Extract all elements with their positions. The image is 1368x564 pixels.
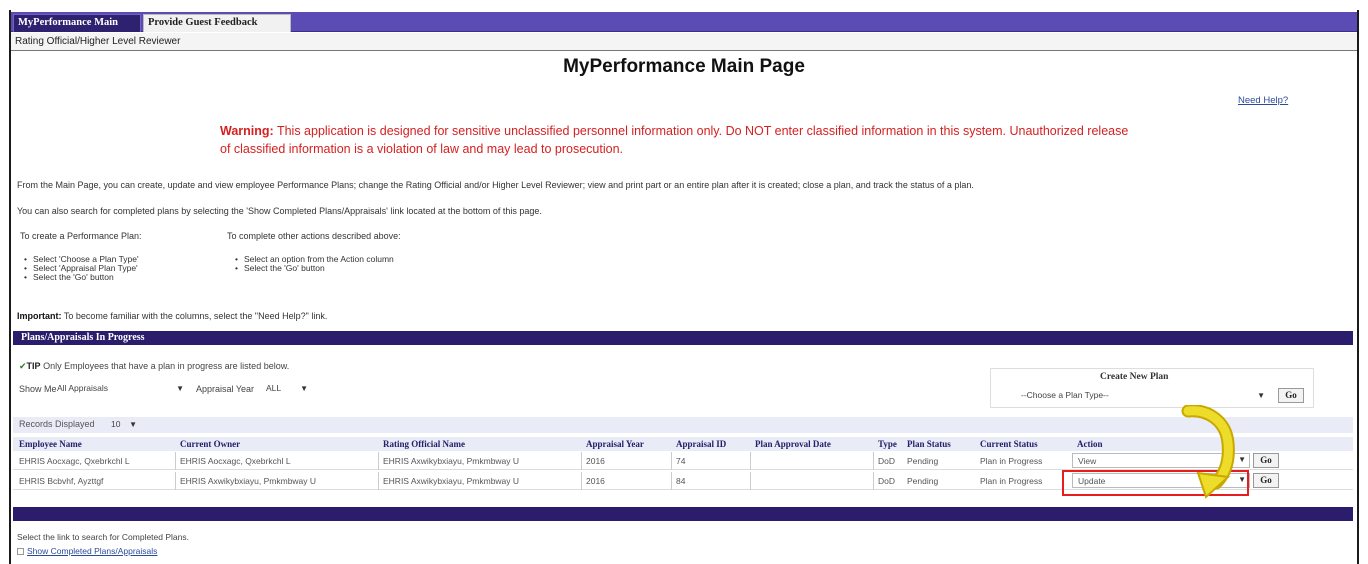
- cell-employee-name: EHRIS Aocxagc, Qxebrkchl L: [19, 456, 130, 466]
- column-divider: [750, 472, 751, 490]
- role-label: Rating Official/Higher Level Reviewer: [15, 36, 181, 47]
- action-value: View: [1078, 456, 1097, 466]
- cell-plan-status: Pending: [907, 456, 939, 466]
- column-divider: [378, 452, 379, 470]
- col-rating-official[interactable]: Rating Official Name: [383, 439, 465, 449]
- chevron-down-icon: ▼: [1257, 391, 1265, 400]
- col-current-owner[interactable]: Current Owner: [180, 439, 240, 449]
- section-title: Plans/Appraisals In Progress: [21, 332, 145, 343]
- cell-plan-status: Pending: [907, 476, 939, 486]
- tip-text: Only Employees that have a plan in progr…: [43, 361, 290, 371]
- warning-label: Warning:: [220, 124, 274, 138]
- cell-type: DoD: [878, 476, 896, 486]
- cell-rating-official: EHRIS Axwikybxiayu, Pmkmbway U: [383, 476, 520, 486]
- column-divider: [581, 452, 582, 470]
- chevron-down-icon: ▼: [129, 420, 137, 429]
- cell-type: DoD: [878, 456, 896, 466]
- col-plan-approval-date[interactable]: Plan Approval Date: [755, 439, 831, 449]
- records-label: Records Displayed: [19, 419, 95, 429]
- important-label: Important:: [17, 311, 62, 321]
- chevron-down-icon: ▼: [176, 384, 184, 393]
- cell-appraisal-id: 74: [676, 456, 686, 466]
- plan-type-value: --Choose a Plan Type--: [1021, 390, 1109, 400]
- appraisal-year-select[interactable]: ALL ▼: [263, 382, 311, 397]
- cell-rating-official: EHRIS Axwikybxiayu, Pmkmbway U: [383, 456, 520, 466]
- intro-text-1: From the Main Page, you can create, upda…: [17, 180, 974, 190]
- other-actions-steps: Select an option from the Action column …: [233, 255, 394, 274]
- check-icon: ✔: [19, 361, 27, 371]
- create-plan-steps: Select 'Choose a Plan Type' Select 'Appr…: [22, 255, 139, 283]
- create-plan-heading: To create a Performance Plan:: [20, 231, 142, 241]
- table-row: EHRIS Aocxagc, Qxebrkchl L EHRIS Aocxagc…: [13, 452, 1353, 470]
- other-step: Select the 'Go' button: [233, 264, 394, 274]
- column-divider: [873, 452, 874, 470]
- tip-note: ✔TIP Only Employees that have a plan in …: [19, 361, 289, 372]
- cell-current-owner: EHRIS Axwikybxiayu, Pmkmbway U: [180, 476, 317, 486]
- show-completed-label: Show Completed Plans/Appraisals: [27, 546, 158, 556]
- create-step: Select the 'Go' button: [22, 273, 139, 283]
- column-divider: [873, 472, 874, 490]
- col-appraisal-year[interactable]: Appraisal Year: [586, 439, 644, 449]
- show-me-select[interactable]: All Appraisals ▼: [54, 382, 187, 397]
- tab-guest-feedback[interactable]: Provide Guest Feedback: [143, 14, 291, 32]
- col-appraisal-id[interactable]: Appraisal ID: [676, 439, 726, 449]
- column-divider: [175, 452, 176, 470]
- cell-current-status: Plan in Progress: [980, 476, 1043, 486]
- col-type[interactable]: Type: [878, 439, 897, 449]
- records-value: 10: [111, 419, 121, 429]
- important-note: Important: To become familiar with the c…: [17, 311, 327, 321]
- appraisal-year-value: ALL: [266, 383, 282, 393]
- create-plan-title: Create New Plan: [1100, 372, 1169, 382]
- tip-label: TIP: [26, 361, 41, 371]
- other-actions-heading: To complete other actions described abov…: [227, 231, 401, 241]
- footer-bar: [13, 507, 1353, 521]
- role-bar: Rating Official/Higher Level Reviewer: [11, 33, 1357, 51]
- cell-current-owner: EHRIS Aocxagc, Qxebrkchl L: [180, 456, 291, 466]
- intro-text-2: You can also search for completed plans …: [17, 206, 542, 216]
- column-divider: [671, 452, 672, 470]
- show-completed-link[interactable]: Show Completed Plans/Appraisals: [17, 546, 157, 556]
- cell-current-status: Plan in Progress: [980, 456, 1043, 466]
- records-select[interactable]: 10 ▼: [108, 418, 140, 432]
- show-me-value: All Appraisals: [57, 383, 109, 393]
- tab-main-page[interactable]: MyPerformance Main Page: [13, 14, 141, 44]
- footer-instruction: Select the link to search for Completed …: [17, 532, 189, 542]
- important-text: To become familiar with the columns, sel…: [63, 311, 328, 321]
- show-me-label: Show Me: [19, 384, 57, 394]
- column-divider: [378, 472, 379, 490]
- appraisal-year-label: Appraisal Year: [196, 384, 255, 394]
- need-help-link[interactable]: Need Help?: [1238, 95, 1288, 106]
- create-plan-go-button[interactable]: Go: [1278, 388, 1304, 403]
- expand-icon: [17, 548, 24, 556]
- cell-appraisal-id: 84: [676, 476, 686, 486]
- cell-employee-name: EHRIS Bcbvhf, Ayzttgf: [19, 476, 104, 486]
- column-divider: [175, 472, 176, 490]
- section-header: Plans/Appraisals In Progress: [13, 331, 1353, 345]
- col-current-status[interactable]: Current Status: [980, 439, 1038, 449]
- col-employee-name[interactable]: Employee Name: [19, 439, 82, 449]
- warning-message: Warning: This application is designed fo…: [220, 122, 1140, 158]
- column-divider: [671, 472, 672, 490]
- records-bar: Records Displayed: [13, 417, 1353, 433]
- cell-appraisal-year: 2016: [586, 476, 605, 486]
- pointer-arrow-icon: [1181, 405, 1235, 499]
- table-header: Employee Name Current Owner Rating Offic…: [13, 437, 1353, 451]
- column-divider: [750, 452, 751, 470]
- plan-type-select[interactable]: --Choose a Plan Type-- ▼: [1018, 389, 1268, 404]
- page-title: MyPerformance Main Page: [563, 56, 805, 77]
- col-plan-status[interactable]: Plan Status: [907, 439, 951, 449]
- tab-bar: MyPerformance Main Page Provide Guest Fe…: [11, 12, 1357, 44]
- cell-appraisal-year: 2016: [586, 456, 605, 466]
- warning-text: This application is designed for sensiti…: [220, 124, 1129, 156]
- column-divider: [581, 472, 582, 490]
- chevron-down-icon: ▼: [300, 384, 308, 393]
- col-action: Action: [1077, 439, 1103, 449]
